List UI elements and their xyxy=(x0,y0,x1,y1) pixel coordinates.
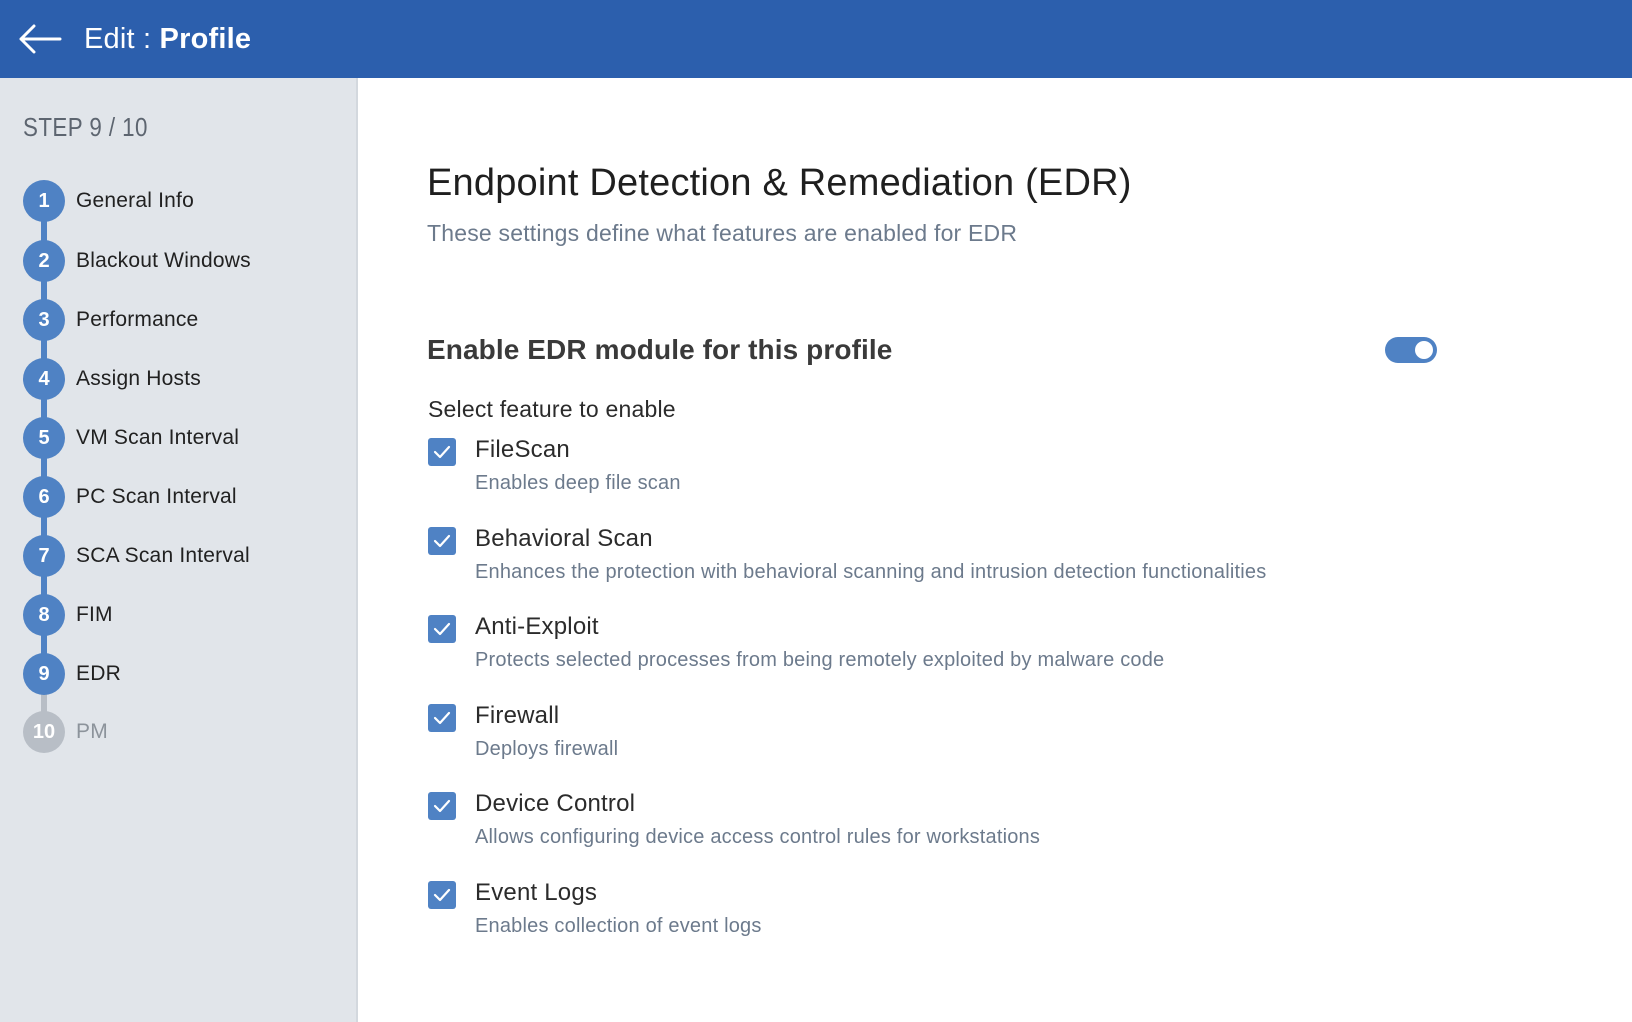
feature-name: Firewall xyxy=(475,702,560,729)
step-number-badge: 10 xyxy=(23,711,65,753)
feature-name: Event Logs xyxy=(475,879,598,906)
feature-checkbox[interactable] xyxy=(428,704,456,732)
step-number-badge: 9 xyxy=(23,653,65,695)
step-number-badge: 3 xyxy=(23,299,65,341)
checkmark-icon xyxy=(433,445,451,459)
step-list: 1 General Info 2 Blackout Windows 3 Performan… xyxy=(0,78,358,1022)
checkmark-icon xyxy=(433,799,451,813)
step-item-fim[interactable]: 8 FIM xyxy=(23,594,113,636)
step-number-badge: 8 xyxy=(23,594,65,636)
step-number-badge: 2 xyxy=(23,240,65,282)
step-item-edr[interactable]: 9 EDR xyxy=(23,653,121,695)
wizard-sidebar: STEP 9 / 10 1 General Info 2 Blackout Windo… xyxy=(0,78,358,1022)
step-item-performance[interactable]: 3 Performance xyxy=(23,299,198,341)
select-feature-heading: Select feature to enable xyxy=(428,396,676,422)
step-number-badge: 4 xyxy=(23,358,65,400)
step-label: Blackout Windows xyxy=(76,249,251,272)
feature-description: Enhances the protection with behavioral … xyxy=(475,561,1267,583)
step-label: SCA Scan Interval xyxy=(76,544,250,567)
feature-name: Anti-Exploit xyxy=(475,613,599,640)
enable-edr-toggle[interactable] xyxy=(1385,337,1437,363)
step-label: EDR xyxy=(76,662,121,685)
feature-checkbox[interactable] xyxy=(428,792,456,820)
header-title-name: Profile xyxy=(159,22,252,55)
feature-description: Deploys firewall xyxy=(475,738,619,760)
checkmark-icon xyxy=(433,711,451,725)
step-number-badge: 7 xyxy=(23,535,65,577)
step-item-sca-scan-interval[interactable]: 7 SCA Scan Interval xyxy=(23,535,250,577)
header-title-prefix: Edit : xyxy=(84,22,160,55)
feature-description: Protects selected processes from being r… xyxy=(475,649,1165,671)
app-header: Edit : Profile xyxy=(0,0,1632,78)
step-label: PC Scan Interval xyxy=(76,485,237,508)
page-title: Endpoint Detection & Remediation (EDR) xyxy=(427,162,1132,204)
page-subtitle: These settings define what features are … xyxy=(427,220,1018,246)
feature-checkbox[interactable] xyxy=(428,615,456,643)
step-label: Performance xyxy=(76,308,199,331)
step-number-badge: 5 xyxy=(23,417,65,459)
step-item-general-info[interactable]: 1 General Info xyxy=(23,180,194,222)
arrow-left-icon xyxy=(19,24,62,54)
step-number-badge: 6 xyxy=(23,476,65,518)
enable-edr-row: Enable EDR module for this profile xyxy=(427,330,1437,370)
step-label: General Info xyxy=(76,189,194,212)
step-label: FIM xyxy=(76,603,113,626)
back-button[interactable] xyxy=(0,0,80,78)
page-header-title: Edit : Profile xyxy=(84,23,251,56)
step-number-badge: 1 xyxy=(23,180,65,222)
checkmark-icon xyxy=(433,888,451,902)
feature-checkbox[interactable] xyxy=(428,438,456,466)
feature-description: Allows configuring device access control… xyxy=(475,826,1041,848)
step-item-pc-scan-interval[interactable]: 6 PC Scan Interval xyxy=(23,476,237,518)
step-item-vm-scan-interval[interactable]: 5 VM Scan Interval xyxy=(23,417,239,459)
toggle-knob xyxy=(1415,341,1433,359)
step-label: PM xyxy=(76,720,108,743)
feature-description: Enables deep file scan xyxy=(475,472,681,494)
feature-checkbox[interactable] xyxy=(428,881,456,909)
enable-edr-label: Enable EDR module for this profile xyxy=(427,334,893,365)
feature-name: Device Control xyxy=(475,790,636,817)
step-item-blackout-windows[interactable]: 2 Blackout Windows xyxy=(23,240,251,282)
step-item-assign-hosts[interactable]: 4 Assign Hosts xyxy=(23,358,201,400)
checkmark-icon xyxy=(433,622,451,636)
checkmark-icon xyxy=(433,534,451,548)
feature-name: Behavioral Scan xyxy=(475,525,653,552)
step-item-pm[interactable]: 10 PM xyxy=(23,711,108,753)
step-label: VM Scan Interval xyxy=(76,426,240,449)
main-content: Endpoint Detection & Remediation (EDR) T… xyxy=(358,78,1632,1022)
feature-description: Enables collection of event logs xyxy=(475,915,762,937)
step-label: Assign Hosts xyxy=(76,367,201,390)
feature-checkbox[interactable] xyxy=(428,527,456,555)
feature-name: FileScan xyxy=(475,436,570,463)
